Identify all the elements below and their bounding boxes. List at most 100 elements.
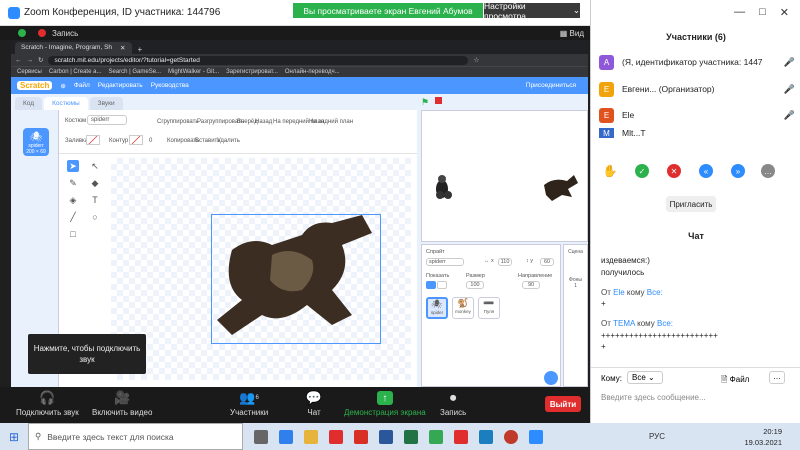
- chat-button[interactable]: 💬 Чат: [306, 390, 322, 417]
- eraser-tool-icon[interactable]: ◆: [89, 177, 101, 189]
- address-input[interactable]: scratch.mit.edu/projects/editor/?tutoria…: [48, 55, 469, 65]
- close-icon[interactable]: ✕: [120, 44, 125, 52]
- outline-width-input[interactable]: 0: [149, 138, 152, 144]
- clock[interactable]: 20:19 19.03.2021: [744, 426, 782, 448]
- record-app-icon[interactable]: [504, 429, 518, 444]
- sprite-y-input[interactable]: 60: [540, 258, 554, 266]
- reshape-tool-icon[interactable]: ↖: [89, 160, 101, 172]
- hide-icon[interactable]: [437, 281, 447, 289]
- file-button[interactable]: 🗎 Файл: [721, 374, 749, 388]
- participant-row[interactable]: Е Евгени... (Организатор) 🎤: [599, 79, 795, 99]
- backward-button[interactable]: Назад: [255, 119, 272, 125]
- recipient-select[interactable]: Все ⌄: [627, 371, 663, 384]
- sprite-tile[interactable]: 🕷 spider: [426, 297, 448, 319]
- yandex-icon[interactable]: [329, 429, 343, 444]
- tab-costumes[interactable]: Костюмы: [44, 97, 88, 110]
- outline-swatch[interactable]: [129, 135, 143, 145]
- line-tool-icon[interactable]: ╱: [67, 211, 79, 223]
- participants-button[interactable]: 👥 6 Участники: [230, 390, 268, 417]
- chat-sender[interactable]: TEMA: [613, 319, 635, 328]
- circle-tool-icon[interactable]: ○: [89, 211, 101, 223]
- language-indicator[interactable]: РУС: [649, 432, 665, 441]
- direction-input[interactable]: 90: [522, 281, 540, 289]
- menu-tutorials[interactable]: Руководства: [151, 82, 189, 89]
- scratch-logo[interactable]: Scratch: [17, 81, 53, 90]
- participant-row[interactable]: А (Я, идентификатор участника: 1447 🎤: [599, 52, 795, 72]
- add-sprite-button[interactable]: [544, 371, 558, 385]
- stage[interactable]: [421, 110, 588, 242]
- to-back-button[interactable]: На задний план: [309, 119, 353, 125]
- faster-icon[interactable]: »: [731, 164, 745, 178]
- new-tab-icon[interactable]: +: [138, 45, 143, 54]
- start-video-button[interactable]: 🎥 Включить видео: [92, 390, 152, 417]
- stop-icon[interactable]: [435, 97, 442, 104]
- sprite-name-input[interactable]: spiderr: [426, 258, 464, 266]
- rectangle-tool-icon[interactable]: □: [67, 228, 79, 240]
- windows-start-icon[interactable]: ⊞: [0, 430, 28, 444]
- text-tool-icon[interactable]: T: [89, 194, 101, 206]
- word-icon[interactable]: [379, 429, 393, 444]
- task-view-icon[interactable]: [254, 429, 268, 444]
- yandex-browser-icon[interactable]: [454, 429, 468, 444]
- excel-icon[interactable]: [404, 429, 418, 444]
- more-icon[interactable]: …: [761, 164, 775, 178]
- paint-canvas[interactable]: [111, 158, 411, 380]
- chat-more-icon[interactable]: …: [769, 371, 785, 384]
- forward-icon[interactable]: →: [27, 57, 34, 64]
- chrome-icon[interactable]: [429, 429, 443, 444]
- menu-edit[interactable]: Редактировать: [98, 82, 143, 89]
- leave-button[interactable]: Выйти: [545, 396, 581, 412]
- globe-icon[interactable]: ⊕: [60, 82, 65, 90]
- chat-input[interactable]: Введите здесь сообщение...: [601, 393, 706, 402]
- sprite-tile[interactable]: ➖ Пуля: [478, 297, 500, 319]
- tab-sounds[interactable]: Звуки: [89, 97, 123, 110]
- costume-name-input[interactable]: spiderr: [87, 115, 127, 125]
- bookmark-item[interactable]: Сервисы: [17, 69, 42, 75]
- fill-swatch[interactable]: [86, 135, 100, 145]
- bookmark-item[interactable]: Зарегистрироват...: [226, 69, 278, 75]
- share-screen-button[interactable]: ↑ Демонстрация экрана: [344, 391, 426, 417]
- delete-button[interactable]: Удалить: [217, 138, 240, 144]
- show-visible-icon[interactable]: [426, 281, 436, 289]
- group-button[interactable]: Сгруппировать: [157, 119, 199, 125]
- star-icon[interactable]: ☆: [473, 56, 479, 64]
- record-button[interactable]: ⏺ Запись: [440, 390, 466, 417]
- spider-sprite[interactable]: [544, 175, 578, 201]
- brush-tool-icon[interactable]: ✎: [67, 177, 79, 189]
- no-icon[interactable]: ✕: [667, 164, 681, 178]
- chat-sender[interactable]: Ele: [613, 288, 625, 297]
- menu-file[interactable]: Файл: [74, 82, 90, 89]
- minimize-icon[interactable]: —: [734, 6, 745, 18]
- fill-tool-icon[interactable]: ◈: [67, 194, 79, 206]
- participant-row[interactable]: M Mlt...T: [599, 128, 795, 138]
- dropbox-icon[interactable]: [279, 429, 293, 444]
- monkey-sprite[interactable]: [436, 175, 452, 199]
- stage-backdrop-column[interactable]: Сцена Фоны 1: [563, 244, 588, 387]
- slower-icon[interactable]: «: [699, 164, 713, 178]
- taskbar-search[interactable]: ⚲ Введите здесь текст для поиска: [28, 423, 243, 450]
- tab-code[interactable]: Код: [15, 97, 43, 110]
- yes-icon[interactable]: ✓: [635, 164, 649, 178]
- close-icon[interactable]: ✕: [780, 6, 789, 19]
- size-input[interactable]: 100: [466, 281, 484, 289]
- view-icon[interactable]: ▦ Вид: [560, 29, 584, 38]
- maximize-icon[interactable]: □: [759, 6, 766, 18]
- app-icon[interactable]: [479, 429, 493, 444]
- bookmark-item[interactable]: Онлайн-переводч...: [285, 69, 340, 75]
- connect-audio-button[interactable]: 🎧 Подключить звук: [16, 390, 79, 417]
- costume-thumbnail[interactable]: 🕷 spiderr 200 × 69: [23, 128, 49, 156]
- join-link[interactable]: Присоединиться: [526, 82, 576, 89]
- view-options-button[interactable]: Настройки просмотра ⌄: [484, 1, 580, 21]
- reload-icon[interactable]: ↻: [38, 56, 43, 64]
- file-explorer-icon[interactable]: [304, 429, 318, 444]
- sprite-tile[interactable]: 🐒 monkey: [452, 297, 474, 319]
- selection-box[interactable]: [211, 214, 381, 344]
- mail-icon[interactable]: [354, 429, 368, 444]
- bookmark-item[interactable]: MightWalker - Git...: [168, 69, 219, 75]
- back-icon[interactable]: ←: [15, 57, 22, 64]
- select-tool-icon[interactable]: ➤: [67, 160, 79, 172]
- browser-tab[interactable]: Scratch - Imagine, Program, Sh ✕: [15, 42, 132, 54]
- green-flag-icon[interactable]: ⚑: [421, 97, 429, 108]
- zoom-taskbar-icon[interactable]: [529, 429, 543, 444]
- bookmark-item[interactable]: Carbon | Create a...: [49, 69, 102, 75]
